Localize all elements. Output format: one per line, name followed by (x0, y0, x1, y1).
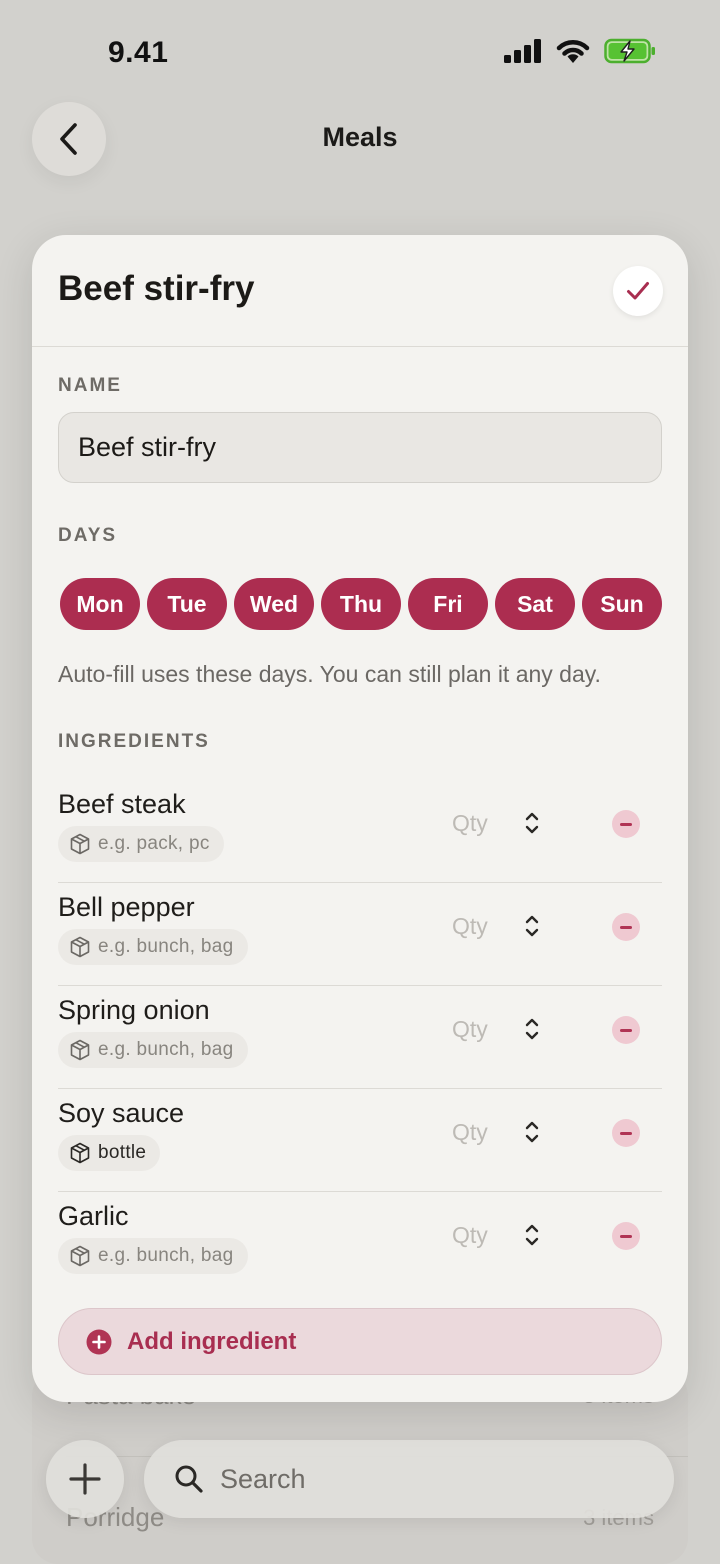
unit-chip[interactable]: e.g. bunch, bag (58, 929, 248, 965)
sheet-title: Beef stir-fry (58, 269, 255, 308)
status-icons (504, 38, 656, 64)
minus-icon (620, 1131, 632, 1135)
search-input[interactable]: Search (144, 1440, 674, 1518)
package-icon (70, 936, 90, 958)
day-toggle-thu[interactable]: Thu (321, 578, 401, 630)
day-toggle-tue[interactable]: Tue (147, 578, 227, 630)
day-toggle-fri[interactable]: Fri (408, 578, 488, 630)
status-bar: 9.41 (0, 0, 720, 100)
battery-charging-icon (604, 38, 655, 64)
unit-value: bottle (98, 1142, 147, 1163)
unit-placeholder: e.g. pack, pc (98, 833, 210, 854)
page-title: Meals (322, 122, 398, 152)
ingredient-row: Beef steak e.g. pack, pc Qty (58, 780, 662, 883)
package-icon (70, 1142, 90, 1164)
stepper-chevrons-icon[interactable] (524, 1016, 540, 1042)
search-icon (175, 1465, 203, 1493)
ingredients-section-label: INGREDIENTS (58, 731, 210, 752)
remove-ingredient-button[interactable] (612, 1119, 640, 1147)
qty-field[interactable]: Qty (452, 1119, 488, 1146)
unit-placeholder: e.g. bunch, bag (98, 1245, 234, 1266)
minus-icon (620, 822, 632, 826)
unit-placeholder: e.g. bunch, bag (98, 1039, 234, 1060)
cellular-signal-icon (504, 39, 541, 63)
wifi-icon (556, 40, 590, 63)
day-selector: Mon Tue Wed Thu Fri Sat Sun (60, 578, 662, 630)
meal-name-field[interactable] (58, 412, 662, 483)
day-toggle-sun[interactable]: Sun (582, 578, 662, 630)
done-button[interactable] (613, 266, 663, 316)
stepper-chevrons-icon[interactable] (524, 810, 540, 836)
qty-field[interactable]: Qty (452, 810, 488, 837)
unit-chip[interactable]: e.g. bunch, bag (58, 1238, 248, 1274)
unit-chip[interactable]: bottle (58, 1135, 161, 1171)
minus-icon (620, 925, 632, 929)
stepper-chevrons-icon[interactable] (524, 913, 540, 939)
remove-ingredient-button[interactable] (612, 810, 640, 838)
minus-icon (620, 1028, 632, 1032)
plus-icon (69, 1463, 101, 1495)
sheet-header: Beef stir-fry (32, 235, 688, 347)
unit-chip[interactable]: e.g. bunch, bag (58, 1032, 248, 1068)
days-section-label: DAYS (58, 525, 118, 546)
plus-circle-icon (86, 1329, 112, 1354)
stepper-chevrons-icon[interactable] (524, 1119, 540, 1145)
unit-chip[interactable]: e.g. pack, pc (58, 826, 224, 862)
remove-ingredient-button[interactable] (612, 1016, 640, 1044)
qty-field[interactable]: Qty (452, 1222, 488, 1249)
name-section-label: NAME (58, 375, 122, 396)
ingredient-row: Soy sauce bottle Qty (58, 1089, 662, 1192)
days-helper-text: Auto-fill uses these days. You can still… (58, 661, 601, 687)
ingredient-name[interactable]: Garlic (58, 1201, 129, 1232)
day-toggle-mon[interactable]: Mon (60, 578, 140, 630)
package-icon (70, 1245, 90, 1267)
ingredient-name[interactable]: Bell pepper (58, 892, 195, 923)
day-toggle-sat[interactable]: Sat (495, 578, 575, 630)
status-time: 9.41 (108, 36, 169, 69)
remove-ingredient-button[interactable] (612, 1222, 640, 1250)
ingredient-row: Spring onion e.g. bunch, bag Qty (58, 986, 662, 1089)
ingredient-row: Bell pepper e.g. bunch, bag Qty (58, 883, 662, 986)
add-ingredient-button[interactable]: Add ingredient (58, 1308, 662, 1375)
checkmark-icon (627, 282, 649, 300)
search-placeholder: Search (220, 1463, 306, 1494)
qty-field[interactable]: Qty (452, 1016, 488, 1043)
day-toggle-wed[interactable]: Wed (234, 578, 314, 630)
package-icon (70, 833, 90, 855)
ingredient-name[interactable]: Spring onion (58, 995, 210, 1026)
ingredient-name[interactable]: Beef steak (58, 789, 186, 820)
ingredient-row: Garlic e.g. bunch, bag Qty (58, 1192, 662, 1295)
ingredient-name[interactable]: Soy sauce (58, 1098, 184, 1129)
add-ingredient-label: Add ingredient (127, 1327, 297, 1355)
add-meal-button[interactable] (46, 1440, 124, 1518)
unit-placeholder: e.g. bunch, bag (98, 936, 234, 957)
ingredients-list: Beef steak e.g. pack, pc Qty Bell pepper… (58, 780, 662, 1295)
qty-field[interactable]: Qty (452, 913, 488, 940)
stepper-chevrons-icon[interactable] (524, 1222, 540, 1248)
edit-meal-sheet: Beef stir-fry NAME DAYS Mon Tue Wed Thu … (32, 235, 688, 1402)
remove-ingredient-button[interactable] (612, 913, 640, 941)
minus-icon (620, 1234, 632, 1238)
package-icon (70, 1039, 90, 1061)
